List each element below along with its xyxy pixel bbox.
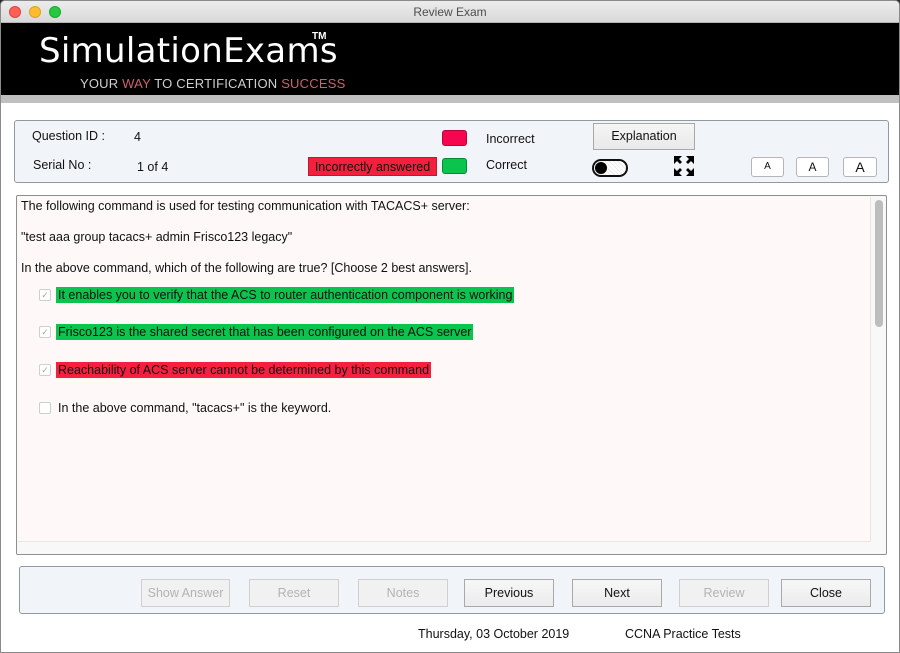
answer-option[interactable]: ✓ It enables you to verify that the ACS …	[39, 287, 515, 303]
mode-toggle-switch[interactable]	[592, 159, 628, 177]
previous-button[interactable]: Previous	[464, 579, 554, 607]
correct-legend-label: Correct	[486, 158, 527, 172]
question-prompt: In the above command, which of the follo…	[21, 261, 472, 275]
scrollbar-thumb[interactable]	[875, 200, 883, 327]
review-exam-window: Review Exam SimulationExams TM YOUR WAY …	[0, 0, 900, 653]
close-button[interactable]: Close	[781, 579, 871, 607]
tagline-highlight: SUCCESS	[281, 76, 346, 91]
brand-banner: SimulationExams TM YOUR WAY TO CERTIFICA…	[1, 23, 899, 95]
footer-date: Thursday, 03 October 2019	[418, 627, 570, 641]
window-title: Review Exam	[413, 5, 487, 19]
question-info-panel: Question ID : 4 Serial No : 1 of 4 Incor…	[14, 120, 889, 183]
banner-divider	[1, 95, 899, 103]
notes-button[interactable]: Notes	[358, 579, 448, 607]
correct-legend-swatch	[442, 158, 467, 174]
question-id-label: Question ID :	[32, 129, 105, 143]
answer-option[interactable]: In the above command, "tacacs+" is the k…	[39, 400, 333, 416]
show-answer-button[interactable]: Show Answer	[141, 579, 230, 607]
font-size-medium-button[interactable]: A	[796, 157, 829, 177]
option-text: In the above command, "tacacs+" is the k…	[58, 401, 332, 415]
brand-tagline: YOUR WAY TO CERTIFICATION SUCCESS	[80, 76, 345, 91]
brand-logo: SimulationExams	[39, 31, 338, 71]
footer-product-name: CCNA Practice Tests	[625, 627, 741, 641]
review-button[interactable]: Review	[679, 579, 769, 607]
tagline-part: TO CERTIFICATION	[150, 76, 282, 91]
toggle-knob	[595, 162, 607, 174]
answer-option[interactable]: ✓ Frisco123 is the shared secret that ha…	[39, 324, 474, 340]
fullscreen-icon[interactable]	[673, 155, 695, 177]
title-bar: Review Exam	[1, 1, 899, 23]
answer-option[interactable]: ✓ Reachability of ACS server cannot be d…	[39, 362, 432, 378]
question-command: "test aaa group tacacs+ admin Frisco123 …	[21, 230, 293, 244]
trademark-mark: TM	[312, 31, 327, 42]
reset-button[interactable]: Reset	[249, 579, 339, 607]
option-text-correct: Frisco123 is the shared secret that has …	[56, 324, 474, 340]
option-text-incorrect: Reachability of ACS server cannot be det…	[56, 362, 432, 378]
question-id-value: 4	[134, 130, 141, 144]
font-size-large-button[interactable]: A	[843, 157, 877, 177]
option-checkbox-checked[interactable]: ✓	[39, 364, 51, 376]
explanation-button[interactable]: Explanation	[593, 123, 695, 150]
question-panel: The following command is used for testin…	[16, 195, 887, 555]
option-checkbox-checked[interactable]: ✓	[39, 289, 51, 301]
option-checkbox-checked[interactable]: ✓	[39, 326, 51, 338]
serial-no-label: Serial No :	[33, 158, 92, 172]
incorrect-legend-label: Incorrect	[486, 132, 535, 146]
font-size-small-button[interactable]: A	[751, 157, 784, 177]
tagline-part: YOUR	[80, 76, 123, 91]
option-checkbox-unchecked[interactable]	[39, 402, 51, 414]
serial-no-value: 1 of 4	[137, 160, 169, 174]
tagline-highlight: WAY	[122, 76, 151, 91]
next-button[interactable]: Next	[572, 579, 662, 607]
navigation-button-panel: Show Answer Reset Notes Previous Next Re…	[19, 566, 885, 614]
incorrect-legend-swatch	[442, 130, 467, 146]
vertical-scrollbar[interactable]	[873, 197, 886, 540]
answer-status-badge: Incorrectly answered	[308, 157, 437, 176]
question-text: The following command is used for testin…	[21, 199, 470, 213]
option-text-correct: It enables you to verify that the ACS to…	[56, 287, 515, 303]
question-content: The following command is used for testin…	[18, 197, 871, 542]
